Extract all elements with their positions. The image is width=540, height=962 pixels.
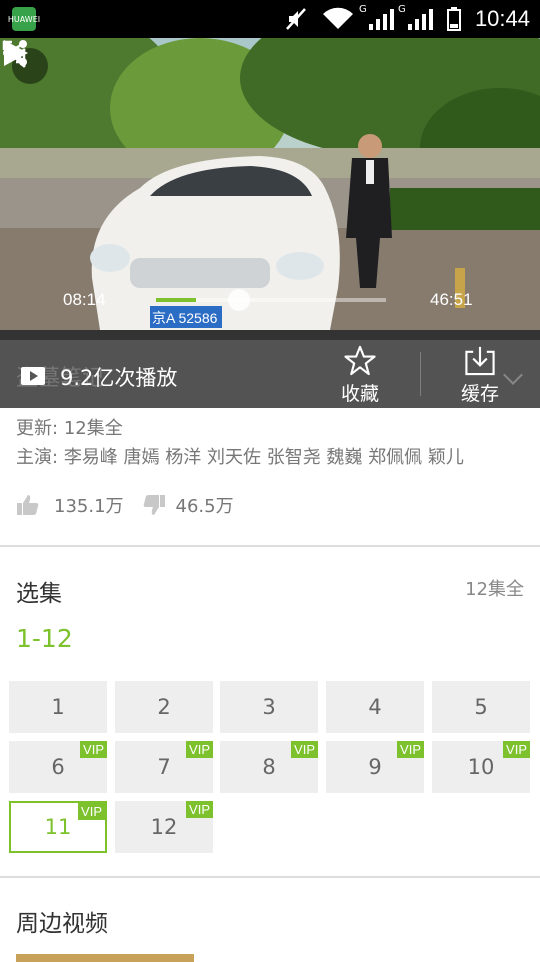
episode-number: 5 (474, 695, 488, 719)
duration: 46:51 (430, 290, 473, 309)
network-type-1: G (358, 4, 367, 15)
cast-info: 主演: 李易峰 唐嫣 杨洋 刘天佐 张智尧 魏巍 郑佩佩 颖儿 (16, 443, 464, 469)
like-count: 135.1万 (54, 496, 124, 517)
vip-badge: VIP (291, 741, 318, 758)
status-icons: G G 10:44 (285, 0, 530, 38)
mute-icon (286, 8, 306, 30)
episode-number: 9 (368, 755, 382, 779)
episode-button-3[interactable]: 3 (220, 681, 318, 733)
dislike-count: 46.5万 (175, 496, 234, 517)
action-separator (420, 352, 421, 396)
star-icon (344, 345, 376, 376)
update-label: 更新: (16, 418, 59, 439)
episodes-total[interactable]: 12集全 (465, 575, 524, 601)
download-icon (465, 346, 495, 376)
progress-fill (156, 298, 197, 302)
network-type-2: G (397, 4, 406, 15)
fullscreen-icon[interactable] (0, 38, 28, 66)
episode-button-6[interactable]: 6 VIP (9, 741, 107, 793)
episode-number: 11 (44, 815, 72, 839)
episode-number: 4 (368, 695, 382, 719)
section-divider (0, 876, 540, 878)
current-time: 08:14 (63, 290, 106, 309)
vip-badge: VIP (503, 741, 530, 758)
status-bar: HUAWEI G G 10:44 (0, 0, 540, 38)
episodes-title: 选集 (16, 581, 62, 607)
vip-badge: VIP (397, 741, 424, 758)
battery-icon (446, 7, 461, 31)
favorite-label: 收藏 (340, 383, 379, 405)
progress-track[interactable] (156, 298, 386, 302)
signal-icon-2: G (398, 4, 433, 30)
huawei-app-icon: HUAWEI (8, 7, 40, 31)
related-videos-title: 周边视频 (16, 911, 108, 937)
vip-badge: VIP (186, 801, 213, 818)
cache-label: 缓存 (460, 383, 499, 405)
episode-button-7[interactable]: 7 VIP (115, 741, 213, 793)
episode-number: 6 (51, 755, 65, 779)
vip-badge: VIP (80, 741, 107, 758)
episode-button-2[interactable]: 2 (115, 681, 213, 733)
episode-number: 8 (262, 755, 276, 779)
app-badge-text: HUAWEI (7, 14, 41, 24)
view-count: 9.2亿次播放 (60, 366, 178, 390)
update-info: 更新: 12集全 (16, 414, 123, 440)
vip-badge: VIP (78, 803, 105, 820)
episode-button-4[interactable]: 4 (326, 681, 424, 733)
favorite-button[interactable]: 收藏 (320, 344, 400, 406)
wifi-icon (322, 7, 353, 30)
thumbs-down-icon[interactable] (142, 493, 166, 517)
episode-number: 7 (157, 755, 171, 779)
thumbs-up-icon[interactable] (16, 493, 40, 517)
episode-button-9[interactable]: 9 VIP (326, 741, 424, 793)
cast-names: 李易峰 唐嫣 杨洋 刘天佐 张智尧 魏巍 郑佩佩 颖儿 (63, 447, 464, 468)
episode-button-11[interactable]: 11 VIP (9, 801, 107, 853)
license-plate: 京A 52586 (152, 310, 218, 326)
update-value: 12集全 (63, 418, 123, 439)
episode-number: 12 (150, 815, 178, 839)
episode-button-12[interactable]: 12 VIP (115, 801, 213, 853)
signal-icon-1: G (359, 4, 394, 30)
video-views-icon (21, 367, 45, 385)
player-bottom-strip (0, 330, 540, 340)
related-video-thumbnail[interactable] (16, 954, 194, 962)
section-divider (0, 545, 540, 547)
episode-number: 10 (467, 755, 495, 779)
episode-button-8[interactable]: 8 VIP (220, 741, 318, 793)
clock: 10:44 (474, 6, 530, 31)
episode-number: 3 (262, 695, 276, 719)
episode-range-tab[interactable]: 1-12 (16, 624, 73, 653)
episode-number: 1 (51, 695, 65, 719)
episode-number: 2 (157, 695, 171, 719)
vip-badge: VIP (186, 741, 213, 758)
cast-label: 主演: (16, 447, 59, 468)
video-player[interactable]: 京A 52586 08:14 46:51 (0, 38, 540, 340)
episode-button-1[interactable]: 1 (9, 681, 107, 733)
reactions: 135.1万 46.5万 (16, 490, 234, 520)
action-bar: 盗墓笔记 9.2亿次播放 收藏 缓存 (0, 340, 540, 408)
episode-button-5[interactable]: 5 (432, 681, 530, 733)
episode-button-10[interactable]: 10 VIP (432, 741, 530, 793)
